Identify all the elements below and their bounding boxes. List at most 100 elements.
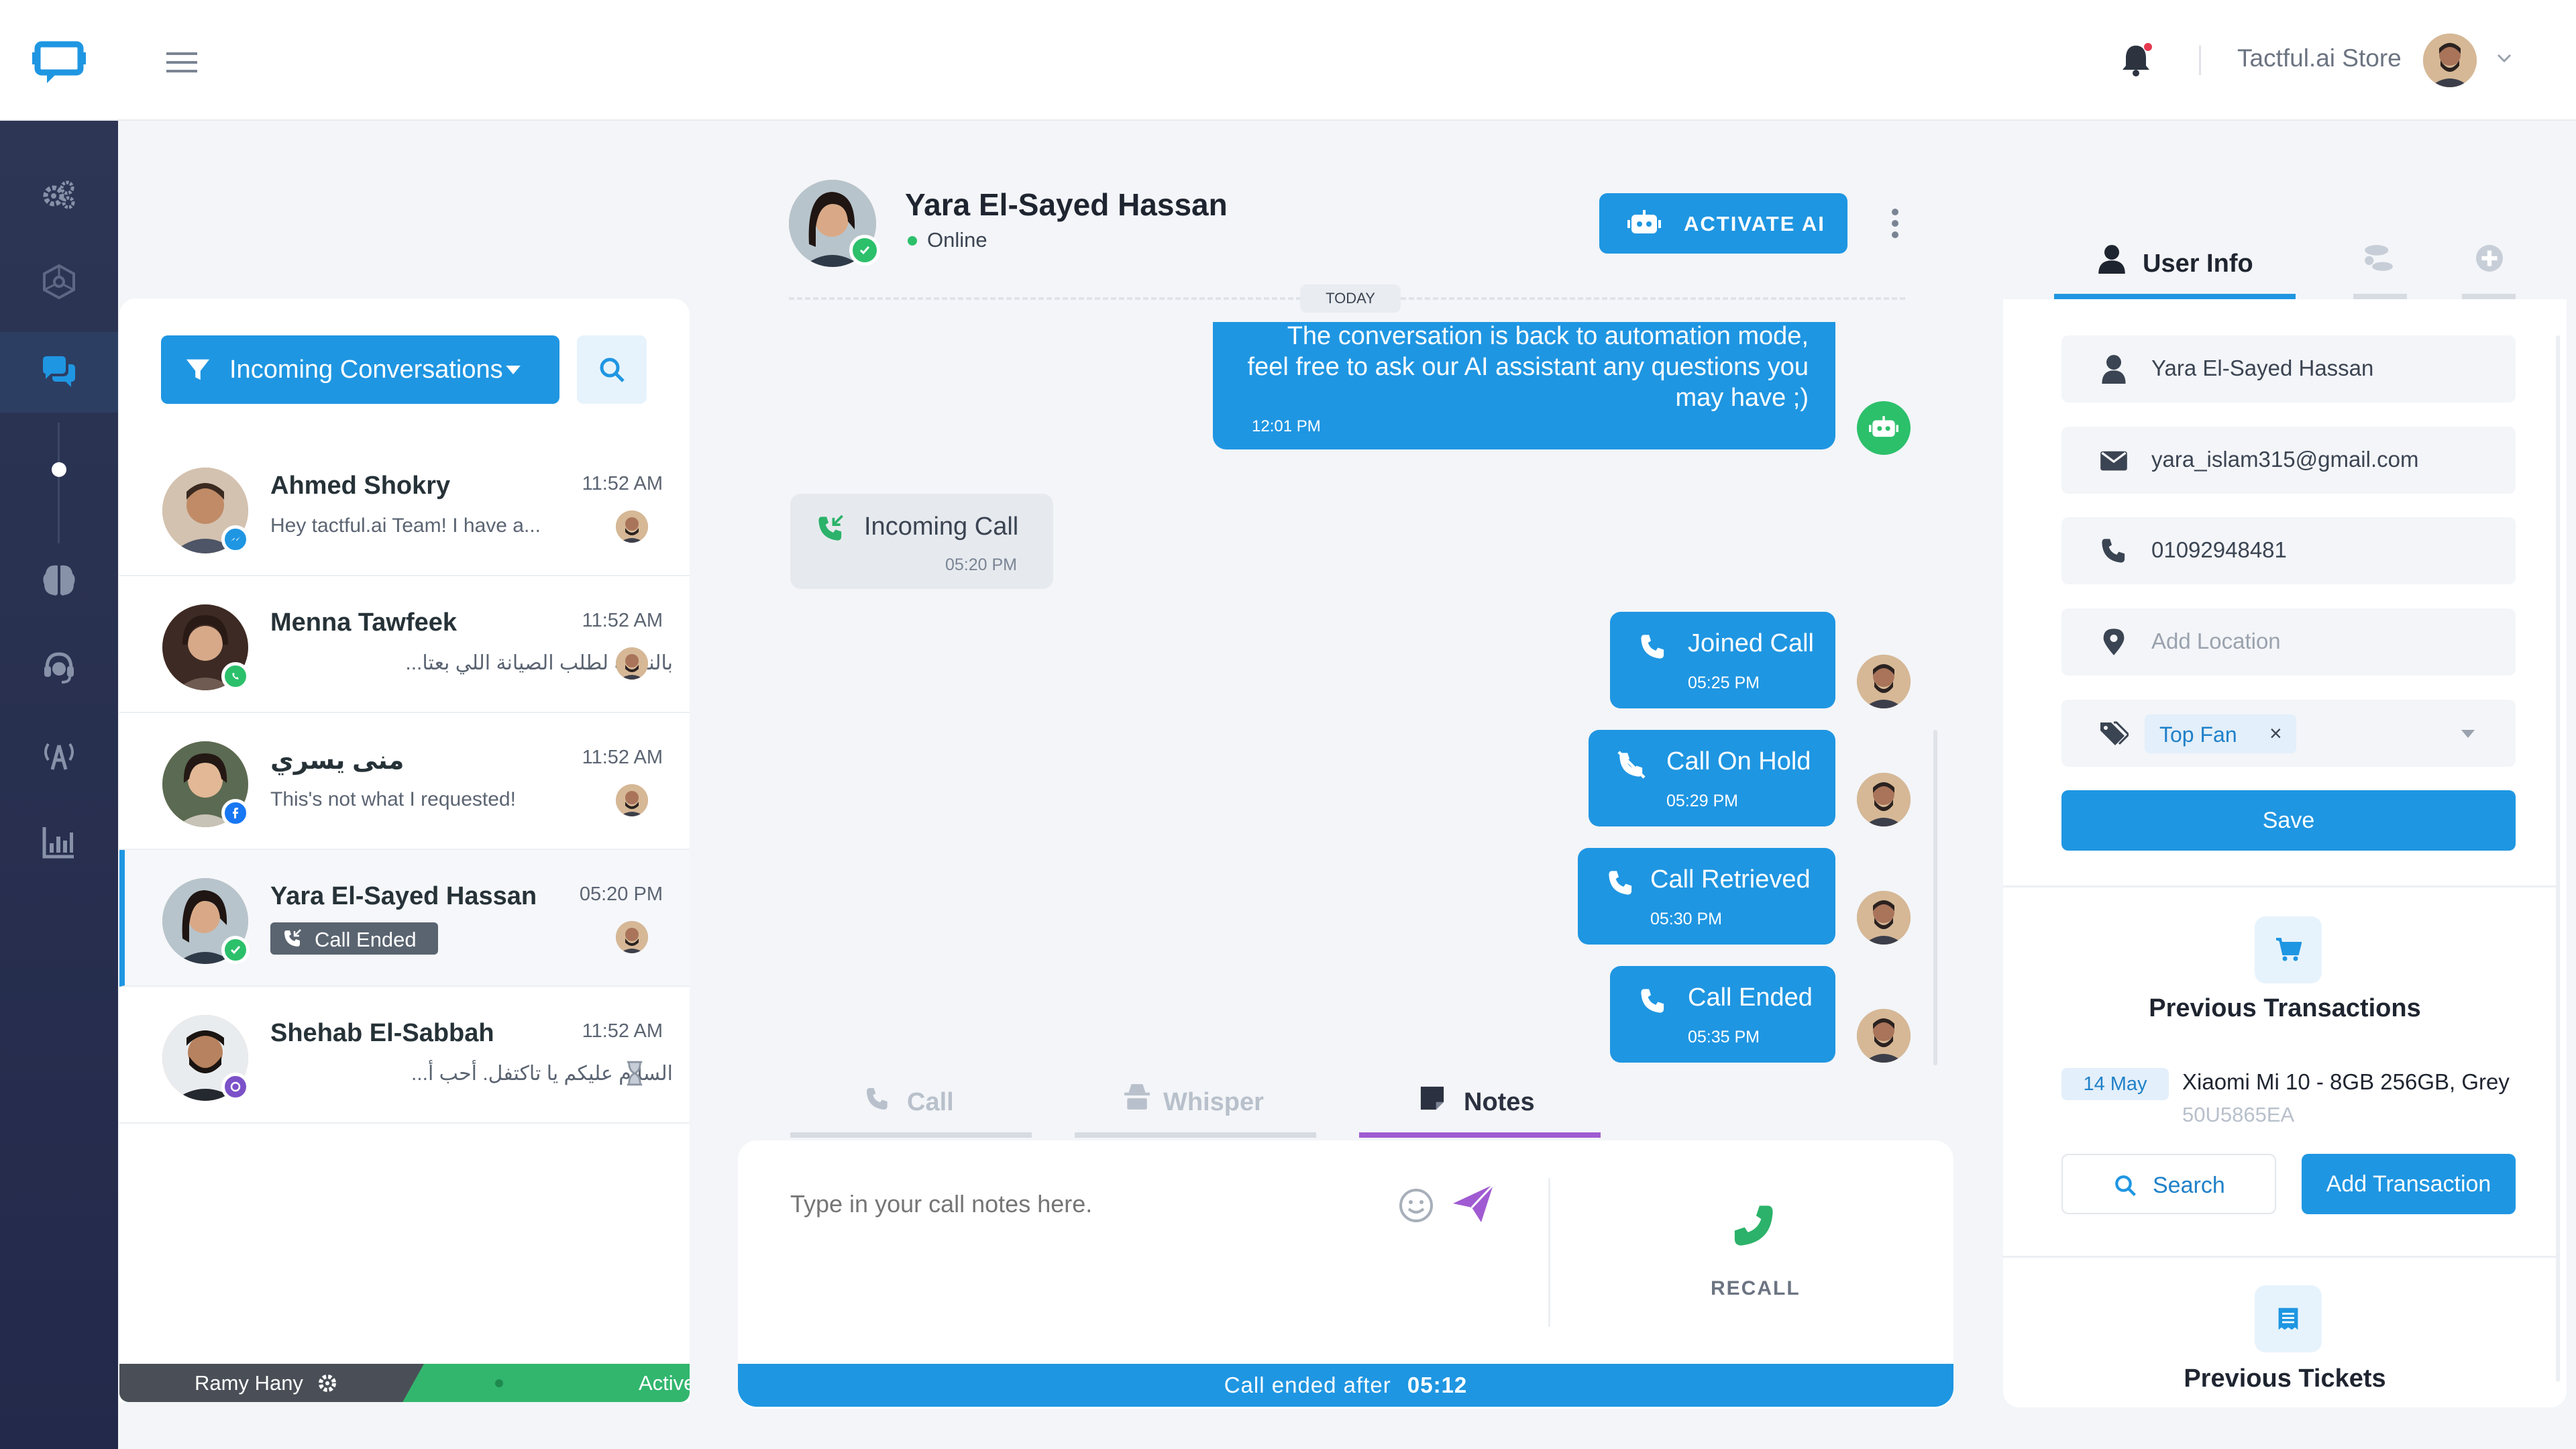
conversation-name: Yara El-Sayed Hassan [270, 882, 537, 910]
event-label: Joined Call [1688, 629, 1814, 657]
tab-call[interactable]: Call [790, 1067, 1032, 1139]
more-options-icon[interactable] [1888, 207, 1902, 240]
activate-ai-label: ACTIVATE AI [1684, 212, 1825, 235]
phone-channel-icon [221, 936, 250, 964]
phone-icon [1609, 871, 1632, 895]
add-transaction-button[interactable]: Add Transaction [2302, 1154, 2516, 1214]
tab-user-info[interactable]: User Info [2054, 235, 2296, 299]
call-ended-message: Call Ended 05:35 PM [1610, 966, 1835, 1063]
transaction-item[interactable]: Xiaomi Mi 10 - 8GB 256GB, Grey [2182, 1069, 2510, 1095]
tab-user-segments[interactable] [2353, 235, 2407, 299]
notes-input[interactable] [790, 1187, 1374, 1221]
save-button[interactable]: Save [2061, 790, 2516, 851]
composer-divider [1548, 1178, 1550, 1327]
mute-icon [1617, 751, 1646, 779]
tab-whisper[interactable]: Whisper [1075, 1067, 1316, 1139]
settings-icon[interactable] [0, 158, 118, 231]
hourglass-icon [627, 1061, 643, 1086]
envelope-icon [2100, 451, 2127, 471]
add-transaction-label: Add Transaction [2326, 1171, 2491, 1197]
tab-underline [1075, 1132, 1316, 1138]
menu-icon[interactable] [166, 51, 197, 74]
online-dot [908, 236, 917, 246]
email-field[interactable]: yara_islam315@gmail.com [2061, 427, 2516, 494]
contact-name: Yara El-Sayed Hassan [905, 187, 1228, 222]
network-icon[interactable] [0, 245, 118, 319]
store-name[interactable]: Tactful.ai Store [2237, 44, 2402, 72]
recall-label: RECALL [1711, 1277, 1801, 1299]
name-field[interactable]: Yara El-Sayed Hassan [2061, 335, 2516, 402]
tab-underline [2054, 294, 2296, 299]
filter-label: Incoming Conversations [229, 356, 503, 384]
call-retrieved-message: Call Retrieved 05:30 PM [1578, 848, 1835, 945]
bot-avatar [1857, 401, 1911, 455]
caret-down-icon[interactable] [2461, 730, 2475, 738]
agent-status: Active [639, 1371, 690, 1395]
send-icon[interactable] [1452, 1183, 1495, 1224]
dot-icon[interactable] [52, 462, 66, 477]
event-time: 05:30 PM [1650, 910, 1723, 928]
chevron-down-icon[interactable] [2497, 54, 2512, 63]
agent-status-bar: Ramy Hany Active [119, 1364, 690, 1402]
phone-icon [1734, 1205, 1773, 1246]
bot-message-line: The conversation is back to automation m… [1287, 322, 1809, 350]
agent-avatar [1857, 891, 1911, 945]
agent-avatar [1857, 655, 1911, 708]
conversation-item-ahmed[interactable]: Ahmed Shokry 11:52 AM Hey tactful.ai Tea… [119, 439, 690, 576]
note-icon [1420, 1086, 1444, 1110]
conversation-item-mona[interactable]: منى يسري 11:52 AM This's not what I requ… [119, 713, 690, 850]
search-transactions-button[interactable]: Search [2061, 1154, 2276, 1214]
activate-ai-button[interactable]: ACTIVATE AI [1599, 193, 1847, 254]
viber-icon [221, 1073, 250, 1101]
bot-message-line: feel free to ask our AI assistant any qu… [1247, 353, 1809, 381]
tags-field[interactable]: Top Fan × [2061, 700, 2516, 767]
incoming-conversations-filter[interactable]: Incoming Conversations [161, 335, 559, 404]
conversation-preview: السلام عليكم يا تاكتفل. أحب أ... [411, 1063, 673, 1085]
conversation-item-menna[interactable]: Menna Tawfeek 11:52 AM بالنسبة لطلب الصي… [119, 576, 690, 713]
conversation-name: منى يسري [270, 747, 405, 775]
reports-icon[interactable] [0, 805, 118, 879]
agent-name: Ramy Hany [195, 1371, 303, 1395]
conversation-preview: بالنسبة لطلب الصيانة اللي بعتا... [405, 652, 673, 674]
broadcast-icon[interactable] [0, 718, 118, 792]
assigned-agent-avatar [616, 784, 648, 816]
assigned-agent-avatar [616, 511, 648, 543]
brain-icon[interactable] [0, 543, 118, 617]
conversation-item-shehab[interactable]: Shehab El-Sabbah 11:52 AM السلام عليكم ي… [119, 987, 690, 1124]
call-on-hold-message: Call On Hold 05:29 PM [1589, 730, 1835, 826]
agent-name-box[interactable]: Ramy Hany [119, 1364, 424, 1402]
chat-scrollbar[interactable] [1933, 730, 1937, 1065]
conversation-item-yara[interactable]: Yara El-Sayed Hassan 05:20 PM Call Ended [119, 850, 690, 987]
tag-label: Top Fan [2159, 722, 2237, 747]
location-pin-icon [2103, 629, 2125, 655]
call-duration-text: Call ended after [1224, 1373, 1391, 1397]
contact-status: Online [927, 228, 987, 252]
chat-icon[interactable] [0, 332, 118, 413]
agent-status-dropdown[interactable]: Active [495, 1364, 690, 1402]
app-logo[interactable] [32, 39, 86, 86]
tag-chip[interactable]: Top Fan × [2145, 714, 2296, 753]
recall-button[interactable]: RECALL [1690, 1201, 1811, 1308]
user-avatar[interactable] [2423, 34, 2477, 87]
tag-remove-icon[interactable]: × [2269, 721, 2282, 746]
agent-icon[interactable] [0, 631, 118, 704]
sidebar [0, 121, 118, 1449]
tab-underline [2462, 294, 2516, 299]
previous-tickets-title: Previous Tickets [2184, 1364, 2386, 1393]
assigned-agent-avatar [616, 921, 648, 953]
date-divider: TODAY [1300, 284, 1401, 313]
tab-notes[interactable]: Notes [1359, 1067, 1601, 1139]
notification-bell-icon[interactable] [2120, 43, 2152, 76]
tab-label: Whisper [1163, 1088, 1264, 1116]
user-panel-scrollbar[interactable] [2556, 335, 2560, 1382]
phone-field[interactable]: 01092948481 [2061, 517, 2516, 584]
location-field[interactable]: Add Location [2061, 608, 2516, 676]
emoji-icon[interactable] [1398, 1187, 1434, 1224]
tab-add[interactable] [2462, 235, 2516, 299]
agent-avatar [1857, 773, 1911, 826]
email-value: yara_islam315@gmail.com [2151, 447, 2419, 472]
section-divider [2003, 885, 2556, 888]
name-value: Yara El-Sayed Hassan [2151, 356, 2374, 380]
facebook-icon [221, 799, 250, 827]
search-button[interactable] [577, 335, 647, 404]
